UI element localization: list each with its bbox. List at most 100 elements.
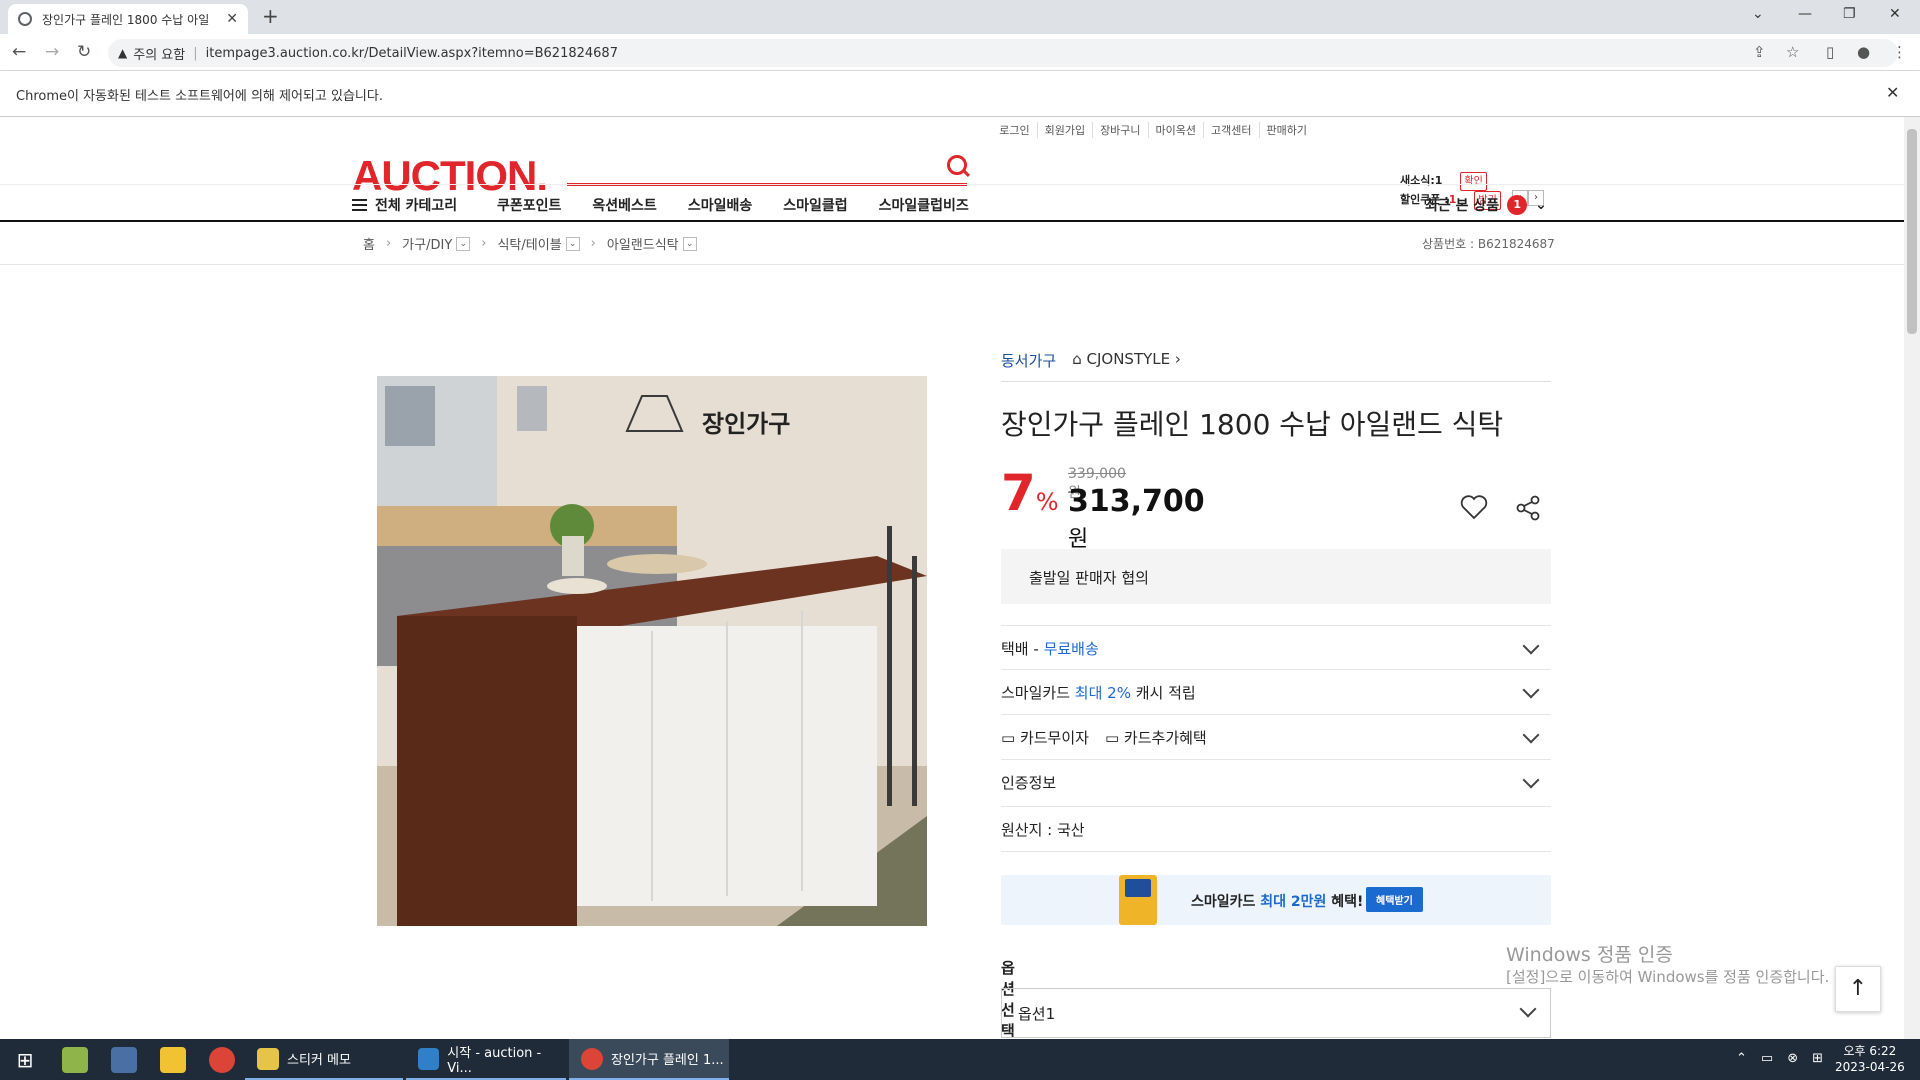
- warning-icon: ▲: [118, 46, 128, 60]
- banner-highlight: 최대 2만원: [1260, 894, 1327, 910]
- app-icon-1[interactable]: [62, 1047, 88, 1073]
- heart-icon[interactable]: [1459, 492, 1489, 522]
- recent-products[interactable]: 최근 본 상품 1 ⌄: [1425, 195, 1547, 215]
- customer-center-link[interactable]: 고객센터: [1203, 122, 1258, 138]
- volume-icon[interactable]: ⊗: [1787, 1051, 1798, 1066]
- omnibox[interactable]: ▲ 주의 요함 | itempage3.auction.co.kr/Detail…: [108, 39, 1898, 67]
- delivery-row[interactable]: 택배 - 무료배송: [1001, 625, 1551, 670]
- taskbar-vscode[interactable]: 시작 - auction - Vi...: [406, 1039, 566, 1080]
- scrollbar-thumb[interactable]: [1907, 129, 1917, 334]
- restore-button[interactable]: ❐: [1843, 6, 1856, 22]
- nav-smile-delivery[interactable]: 스마일배송: [688, 195, 752, 215]
- taskbar-app-label: 스티커 메모: [287, 1053, 351, 1068]
- bookmark-star-icon[interactable]: ☆: [1786, 43, 1799, 61]
- taskbar-chrome[interactable]: 장인가구 플레인 1...: [569, 1039, 729, 1080]
- app-icon-2[interactable]: [111, 1047, 137, 1073]
- product-image[interactable]: 장인가구: [377, 376, 927, 926]
- smilecard-banner[interactable]: 스마일카드 최대 2만원 혜택! 혜택받기: [1001, 875, 1551, 925]
- signup-link[interactable]: 회원가입: [1036, 122, 1092, 138]
- reload-icon[interactable]: ↻: [77, 42, 91, 62]
- windows-start-icon[interactable]: ⊞: [12, 1047, 38, 1073]
- close-tab-icon[interactable]: ✕: [226, 11, 238, 27]
- file-explorer-icon[interactable]: [160, 1047, 186, 1073]
- cart-link[interactable]: 장바구니: [1092, 122, 1147, 138]
- close-infobar-icon[interactable]: ✕: [1886, 83, 1899, 102]
- banner-pre: 스마일카드: [1191, 894, 1261, 910]
- product-title: 장인가구 플레인 1800 수납 아일랜드 식탁: [1001, 408, 1504, 441]
- taskbar-clock[interactable]: 오후 6:22 2023-04-26: [1835, 1043, 1905, 1075]
- chevron-down-icon[interactable]: ⌄: [682, 236, 697, 251]
- chevron-down-icon[interactable]: [1522, 637, 1540, 655]
- breadcrumb-level1[interactable]: 가구/DIY: [402, 234, 452, 253]
- shipping-note: 출발일 판매자 협의: [1001, 549, 1551, 604]
- tab-title: 장인가구 플레인 1800 수납 아일: [42, 12, 210, 27]
- certification-row[interactable]: 인증정보: [1001, 760, 1551, 807]
- minimize-button[interactable]: —: [1798, 6, 1812, 22]
- automation-infobar: Chrome이 자동화된 테스트 소프트웨어에 의해 제어되고 있습니다. ✕: [0, 71, 1920, 117]
- chevron-down-icon[interactable]: [1522, 726, 1540, 744]
- nav-auction-best[interactable]: 옥션베스트: [592, 195, 656, 215]
- discount-rate: 7%: [1001, 467, 1059, 528]
- brand-link[interactable]: 동서가구: [1001, 350, 1056, 381]
- search-input[interactable]: [567, 155, 967, 186]
- taskbar-app-label: 시작 - auction - Vi...: [447, 1045, 542, 1076]
- taskbar-sticky-notes[interactable]: 스티커 메모: [245, 1039, 403, 1080]
- browser-tab[interactable]: 장인가구 플레인 1800 수납 아일 ✕: [8, 4, 248, 34]
- nav-smile-club-biz[interactable]: 스마일클럽비즈: [879, 195, 969, 215]
- chevron-down-icon[interactable]: ⌄: [1535, 197, 1547, 213]
- banner-post: 혜택!: [1326, 894, 1364, 910]
- new-tab-button[interactable]: +: [262, 4, 279, 28]
- share-icon[interactable]: [1514, 494, 1542, 522]
- chevron-down-icon[interactable]: ⌄: [565, 236, 580, 251]
- nav-coupon-point[interactable]: 쿠폰포인트: [497, 195, 561, 215]
- clock-time: 오후 6:22: [1843, 1044, 1897, 1058]
- tab-search-icon[interactable]: ⌄: [1752, 6, 1764, 22]
- side-panel-icon[interactable]: ▯: [1826, 43, 1834, 61]
- page-scrollbar[interactable]: [1904, 117, 1920, 1039]
- product-photo: [377, 376, 927, 926]
- myauction-link[interactable]: 마이옥션: [1147, 122, 1203, 138]
- discount-unit: %: [1035, 488, 1059, 516]
- tray-up-icon[interactable]: ⌃: [1736, 1051, 1747, 1066]
- origin-text: 원산지 : 국산: [1001, 821, 1085, 839]
- nav-smile-club[interactable]: 스마일클럽: [783, 195, 847, 215]
- scroll-to-top-button[interactable]: ↑: [1835, 966, 1881, 1012]
- chevron-down-icon[interactable]: [1519, 1000, 1537, 1018]
- share-page-icon[interactable]: ⇪: [1753, 43, 1766, 61]
- card-benefit-row[interactable]: ▭ 카드무이자 ▭ 카드추가혜택: [1001, 715, 1551, 760]
- shop-link[interactable]: ⌂ CJONSTYLE ›: [1072, 350, 1181, 381]
- close-window-button[interactable]: ✕: [1889, 6, 1901, 22]
- card-benefit: 카드추가혜택: [1123, 729, 1207, 747]
- ime-icon[interactable]: ⊞: [1812, 1051, 1823, 1066]
- chrome-icon[interactable]: [209, 1047, 235, 1073]
- smilecard-row[interactable]: 스마일카드 최대 2% 캐시 적립: [1001, 670, 1551, 715]
- login-link[interactable]: 로그인: [992, 122, 1036, 138]
- all-category-button[interactable]: 전체 카테고리: [352, 195, 457, 215]
- forward-icon[interactable]: →: [45, 42, 59, 62]
- chevron-down-icon[interactable]: [1522, 771, 1540, 789]
- utility-links: 로그인 회원가입 장바구니 마이옥션 고객센터 판매하기: [992, 122, 1314, 138]
- delivery-label: 택배 -: [1001, 640, 1044, 658]
- breadcrumb-level2[interactable]: 식탁/테이블: [497, 234, 561, 253]
- sell-link[interactable]: 판매하기: [1258, 122, 1314, 138]
- security-warning: 주의 요함: [133, 47, 186, 63]
- option-select[interactable]: 옵션1: [1001, 988, 1551, 1038]
- certification-label: 인증정보: [1001, 774, 1057, 792]
- taskbar-app-label: 장인가구 플레인 1...: [611, 1053, 724, 1068]
- back-icon[interactable]: ←: [12, 42, 26, 62]
- watermark-line1: Windows 정품 인증: [1506, 944, 1673, 966]
- global-nav: 전체 카테고리 쿠폰포인트 옥션베스트 스마일배송 스마일클럽 스마일클럽비즈 …: [0, 184, 1904, 222]
- chevron-down-icon[interactable]: ⌄: [456, 236, 471, 251]
- card-plus-icon: ▭: [1104, 729, 1124, 747]
- sale-price: 313,700원: [1068, 484, 1205, 554]
- benefit-button[interactable]: 혜택받기: [1366, 887, 1423, 912]
- address-bar: ← → ↻ ▲ 주의 요함 | itempage3.auction.co.kr/…: [0, 34, 1920, 71]
- breadcrumb-home[interactable]: 홈: [363, 234, 375, 253]
- breadcrumb-level3[interactable]: 아일랜드식탁: [607, 234, 679, 253]
- search-icon[interactable]: [947, 155, 967, 175]
- url-text: itempage3.auction.co.kr/DetailView.aspx?…: [205, 45, 618, 61]
- profile-icon[interactable]: ●: [1857, 43, 1870, 61]
- menu-dots-icon[interactable]: ⋮: [1892, 43, 1907, 61]
- chevron-down-icon[interactable]: [1522, 681, 1540, 699]
- network-icon[interactable]: ▭: [1761, 1051, 1773, 1066]
